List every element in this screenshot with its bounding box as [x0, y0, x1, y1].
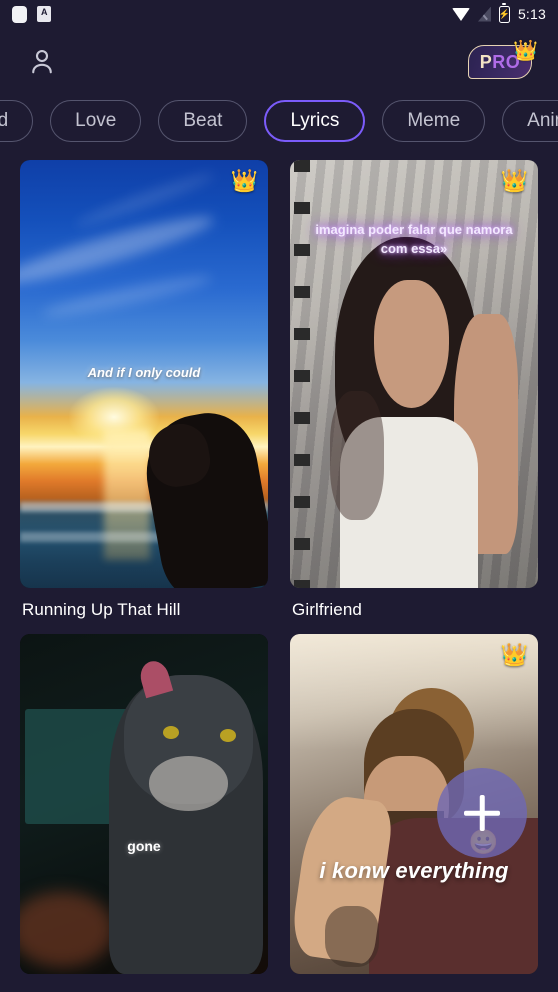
card-thumbnail[interactable]: gone [20, 634, 268, 974]
card-title [290, 974, 538, 986]
person-icon [32, 49, 52, 74]
signal-off-icon [477, 6, 491, 22]
status-bar-right: ⚡ 5:13 [451, 3, 546, 23]
card-overlay-text: imagina poder falar que namora com essa» [315, 221, 513, 257]
crown-icon: 👑 [230, 168, 258, 193]
crown-icon: 👑 [500, 642, 528, 667]
card-title [20, 974, 268, 986]
crown-icon: 👑 [513, 40, 538, 62]
wifi-icon [451, 7, 470, 21]
status-bar-left: A [12, 5, 51, 23]
card-title: Girlfriend [292, 600, 362, 619]
person-face [374, 279, 449, 409]
app-header: PRO 👑 [0, 28, 558, 94]
category-chip-row[interactable]: ed Love Beat Lyrics Meme Anime [0, 94, 558, 152]
app-square-icon [12, 5, 27, 23]
grid-column-left: And if I only could 👑 Running Up That Hi… [20, 160, 268, 986]
template-card[interactable]: And if I only could 👑 Running Up That Hi… [20, 160, 268, 620]
battery-charging-icon: ⚡ [499, 3, 510, 23]
chip-featured[interactable]: ed [0, 100, 34, 142]
card-thumbnail[interactable]: imagina poder falar que namora com essa»… [290, 160, 538, 588]
cat-eye-icon [219, 729, 236, 743]
template-card[interactable]: gone [20, 634, 268, 986]
cat-eye-icon [162, 725, 179, 739]
pro-label-p: P [479, 52, 493, 72]
chip-meme[interactable]: Meme [382, 100, 486, 142]
card-overlay-text: gone [127, 838, 161, 854]
plus-icon [460, 791, 504, 835]
status-bar: A ⚡ 5:13 [0, 0, 558, 28]
app-screen: A ⚡ 5:13 PRO 👑 ed Love Bea [0, 0, 558, 992]
card-title: Running Up That Hill [22, 600, 181, 619]
cat-muzzle [148, 756, 229, 811]
chip-lyrics[interactable]: Lyrics [264, 100, 366, 142]
status-bar-clock: 5:13 [517, 6, 546, 22]
grid-column-right: imagina poder falar que namora com essa»… [290, 160, 538, 986]
chip-love[interactable]: Love [50, 100, 142, 142]
a-badge-icon: A [37, 6, 51, 22]
tattoo [329, 391, 385, 520]
card-thumbnail[interactable]: And if I only could 👑 [20, 160, 268, 588]
create-fab-button[interactable] [437, 768, 527, 858]
crown-icon: 👑 [500, 168, 528, 193]
profile-button[interactable] [20, 39, 64, 83]
template-grid: And if I only could 👑 Running Up That Hi… [0, 152, 558, 986]
template-card[interactable]: imagina poder falar que namora com essa»… [290, 160, 538, 620]
card-overlay-text: And if I only could [87, 365, 201, 381]
tattoo [324, 906, 380, 968]
chip-anime[interactable]: Anime [502, 100, 558, 142]
chip-beat[interactable]: Beat [158, 100, 248, 142]
card-overlay-text: i konw everything [319, 858, 509, 884]
pro-upgrade-button[interactable]: PRO 👑 [468, 41, 538, 81]
